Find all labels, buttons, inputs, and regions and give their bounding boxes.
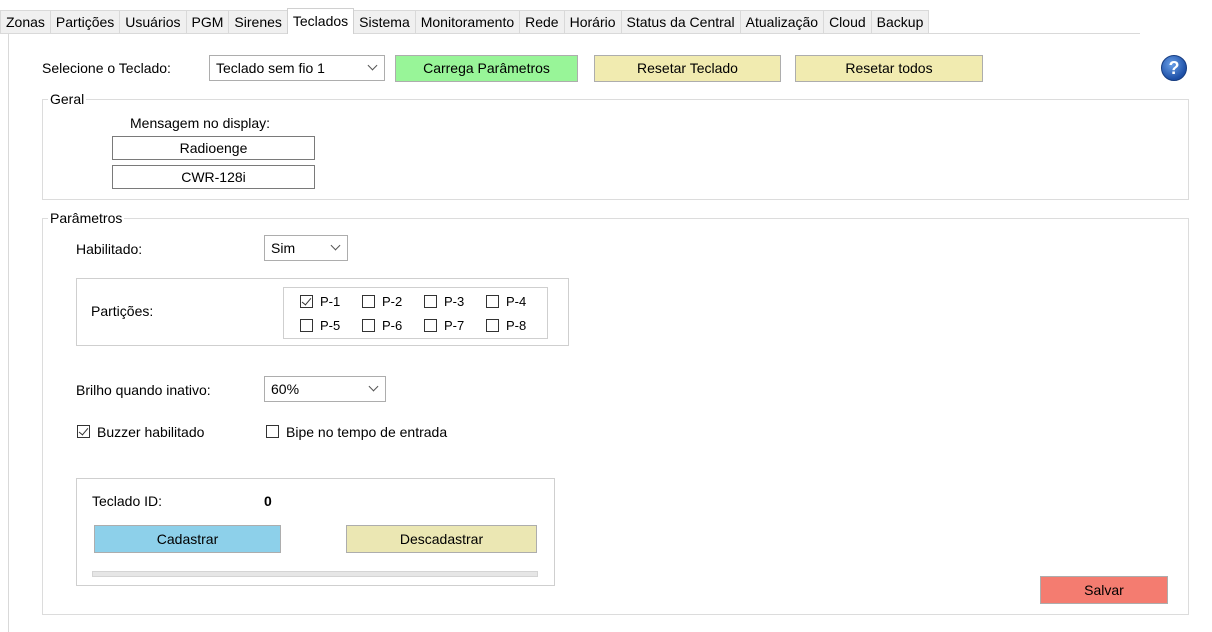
help-icon[interactable]: ? <box>1161 55 1187 81</box>
tab-rede[interactable]: Rede <box>519 10 565 34</box>
page-border <box>8 33 9 632</box>
brightness-select-value: 60% <box>271 381 300 397</box>
chevron-down-icon <box>330 240 341 251</box>
keyboard-select-value: Teclado sem fio 1 <box>216 60 325 76</box>
enabled-select[interactable]: Sim <box>264 235 348 261</box>
beep-entry-checkbox[interactable] <box>266 425 279 438</box>
tab-teclados[interactable]: Teclados <box>286 8 355 34</box>
check-icon <box>301 295 312 306</box>
tab-backup[interactable]: Backup <box>870 10 930 34</box>
partitions-checklist: P-1 P-2 P-3 P-4 P-5 P-6 P-7 P-8 <box>283 287 548 339</box>
register-button[interactable]: Cadastrar <box>94 525 281 553</box>
tab-pgm[interactable]: PGM <box>185 10 230 34</box>
partition-label: P-2 <box>382 294 403 309</box>
partition-checkbox-7[interactable] <box>424 319 437 332</box>
tab-horario[interactable]: Horário <box>563 10 622 34</box>
keyboard-select[interactable]: Teclado sem fio 1 <box>209 55 385 81</box>
registration-progress-bar <box>92 571 538 577</box>
partition-label: P-1 <box>320 294 341 309</box>
brightness-select[interactable]: 60% <box>264 376 386 402</box>
tab-status-da-central[interactable]: Status da Central <box>620 10 741 34</box>
partition-label: P-3 <box>444 294 465 309</box>
general-legend: Geral <box>48 91 87 107</box>
partition-checkbox-3[interactable] <box>424 295 437 308</box>
tab-usuarios[interactable]: Usuários <box>119 10 187 34</box>
enabled-label: Habilitado: <box>76 241 143 257</box>
chevron-down-icon <box>368 381 379 392</box>
tab-zonas[interactable]: Zonas <box>0 10 51 34</box>
keyboard-select-label: Selecione o Teclado: <box>42 60 171 76</box>
partition-label: P-4 <box>506 294 527 309</box>
enabled-select-value: Sim <box>271 240 296 256</box>
chevron-down-icon <box>367 60 378 71</box>
partition-label: P-5 <box>320 318 341 333</box>
tab-baseline <box>0 33 1140 34</box>
brightness-label: Brilho quando inativo: <box>76 382 211 398</box>
display-message-label: Mensagem no display: <box>130 115 271 131</box>
tab-particoes[interactable]: Partições <box>49 10 121 34</box>
tab-bar: Zonas Partições Usuários PGM Sirenes Teclados… <box>0 8 930 34</box>
tab-cloud[interactable]: Cloud <box>823 10 872 34</box>
partition-checkbox-6[interactable] <box>362 319 375 332</box>
partition-checkbox-5[interactable] <box>300 319 313 332</box>
tab-sistema[interactable]: Sistema <box>353 10 416 34</box>
partitions-label: Partições: <box>91 303 154 319</box>
display-line2-input[interactable]: CWR-128i <box>112 165 315 189</box>
partition-checkbox-4[interactable] <box>486 295 499 308</box>
tab-atualizacao[interactable]: Atualização <box>739 10 825 34</box>
partition-label: P-7 <box>444 318 465 333</box>
partition-checkbox-1[interactable] <box>300 295 313 308</box>
load-parameters-button[interactable]: Carrega Parâmetros <box>395 55 578 82</box>
buzzer-label: Buzzer habilitado <box>97 424 205 440</box>
check-icon <box>78 425 89 436</box>
parameters-legend: Parâmetros <box>48 210 125 226</box>
beep-entry-label: Bipe no tempo de entrada <box>286 424 448 440</box>
tab-monitoramento[interactable]: Monitoramento <box>414 10 521 34</box>
partition-checkbox-2[interactable] <box>362 295 375 308</box>
unregister-button[interactable]: Descadastrar <box>346 525 537 553</box>
partition-label: P-6 <box>382 318 403 333</box>
buzzer-checkbox[interactable] <box>77 425 90 438</box>
tab-sirenes[interactable]: Sirenes <box>228 10 288 34</box>
display-line1-input[interactable]: Radioenge <box>112 136 315 160</box>
keyboard-id-value: 0 <box>264 493 272 509</box>
reset-keyboard-button[interactable]: Resetar Teclado <box>594 55 781 82</box>
keyboard-id-label: Teclado ID: <box>92 493 163 509</box>
partition-label: P-8 <box>506 318 527 333</box>
save-button[interactable]: Salvar <box>1040 576 1168 604</box>
reset-all-button[interactable]: Resetar todos <box>795 55 983 82</box>
partition-checkbox-8[interactable] <box>486 319 499 332</box>
